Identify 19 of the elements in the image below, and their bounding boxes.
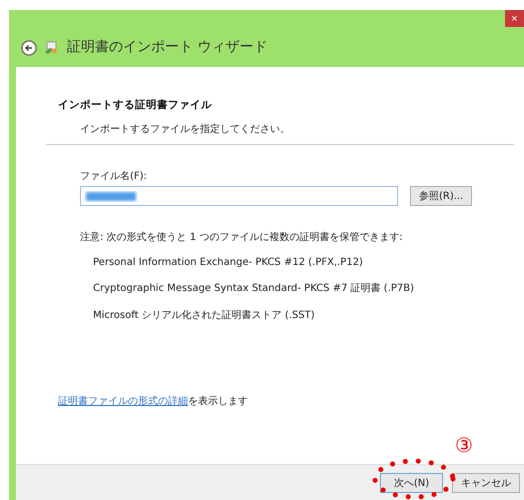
browse-button[interactable]: 参照(R)... <box>410 186 472 206</box>
file-name-label: ファイル名(F): <box>80 170 148 183</box>
close-button[interactable]: × <box>505 10 524 27</box>
back-icon[interactable] <box>21 40 37 56</box>
window-title: 証明書のインポート ウィザード <box>67 38 268 56</box>
cancel-button[interactable]: キャンセル <box>452 472 520 492</box>
details-sentence: 証明書ファイルの形式の詳細を表示します <box>58 394 248 408</box>
format-item: Microsoft シリアル化された証明書ストア (.SST) <box>93 308 316 322</box>
step-number: ③ <box>455 435 473 455</box>
page-subheading: インポートするファイルを指定してください。 <box>80 122 291 136</box>
next-button[interactable]: 次へ(N) <box>380 472 443 492</box>
blurred-selection <box>84 190 138 202</box>
note-text: 注意: 次の形式を使うと 1 つのファイルに複数の証明書を保管できます: <box>80 230 404 244</box>
file-name-field[interactable] <box>80 186 398 206</box>
certificate-icon <box>43 40 59 56</box>
format-item: Personal Information Exchange- PKCS #12 (.PFX,.P12) <box>93 257 364 268</box>
page-heading: インポートする証明書ファイル <box>58 98 213 112</box>
details-link[interactable]: 証明書ファイルの形式の詳細 <box>58 396 188 407</box>
format-item: Cryptographic Message Syntax Standard- PKCS #7 証明書 (.P7B) <box>93 282 416 295</box>
